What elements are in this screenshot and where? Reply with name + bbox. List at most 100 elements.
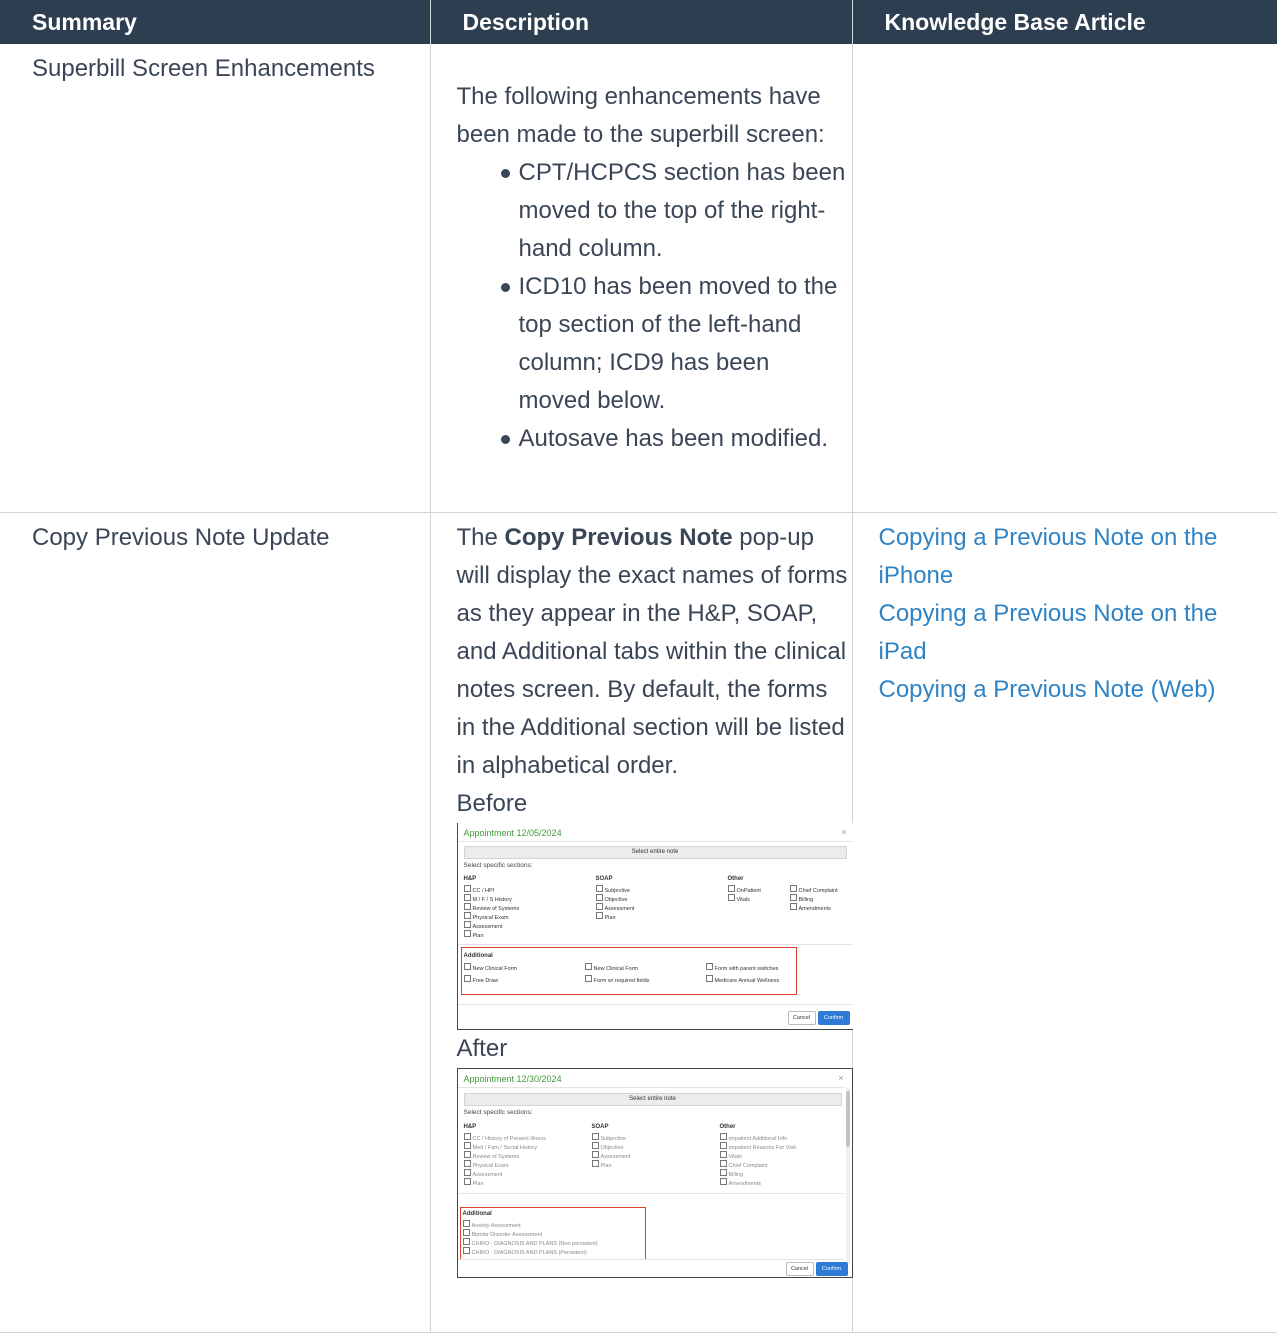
dialog-title: Appointment 12/05/2024 — [463, 827, 562, 838]
checkbox-icon — [595, 893, 603, 901]
description-intro: The following enhancements have been mad… — [456, 83, 825, 148]
checkbox-icon — [789, 902, 797, 910]
checkbox-item: Free Draw — [463, 974, 498, 986]
checkbox-icon — [719, 1159, 727, 1167]
additional-heading: Additional — [462, 1210, 492, 1217]
checkbox-item: Vitals — [727, 893, 750, 905]
kb-cell — [852, 44, 1277, 513]
checkbox-icon — [591, 1159, 599, 1167]
checkbox-icon — [584, 974, 592, 982]
checkbox-icon — [463, 1159, 471, 1167]
soap-heading: SOAP — [591, 1123, 609, 1130]
checkbox-icon — [719, 1132, 727, 1140]
dialog-title: Appointment 12/30/2024 — [463, 1073, 562, 1084]
description-post: pop-up will display the exact names of f… — [456, 523, 848, 779]
checkbox-item: New Clinical Form — [584, 962, 639, 974]
summary-text: Copy Previous Note Update — [32, 523, 330, 551]
summary-cell: Superbill Screen Enhancements — [0, 44, 431, 513]
select-entire-note-button: Select entire note — [463, 845, 847, 859]
checkbox-item: CHIRO - DIAGNOSIS AND PLANS (Persistent) — [462, 1246, 587, 1258]
checkbox-icon — [463, 1168, 471, 1176]
checkbox-icon — [463, 911, 471, 919]
close-icon: × — [841, 826, 847, 837]
checkbox-item: Amendments — [719, 1177, 761, 1189]
checkbox-icon — [719, 1168, 727, 1176]
list-item: Autosave has been modified. — [500, 420, 848, 458]
kb-cell: Copying a Previous Note on the iPhone Co… — [852, 512, 1277, 1333]
checkbox-icon — [727, 893, 735, 901]
checkbox-icon — [462, 1219, 470, 1227]
checkbox-icon — [591, 1150, 599, 1158]
table-row: Copy Previous Note Update The Copy Previ… — [0, 512, 1277, 1333]
checkbox-icon — [463, 1141, 471, 1149]
table-row: Superbill Screen Enhancements The follow… — [0, 44, 1277, 513]
checkbox-item: Plan — [463, 1177, 484, 1189]
select-specific-label: Select specific sections: — [463, 861, 533, 869]
checkbox-label: Form with parent switches — [714, 965, 779, 972]
checkbox-label: New Clinical Form — [593, 965, 639, 972]
checkbox-label: New Clinical Form — [472, 965, 518, 972]
header-summary: Summary — [0, 0, 431, 44]
soap-heading: SOAP — [595, 875, 613, 882]
checkbox-label: Plan — [472, 932, 484, 939]
header-row: Summary Description Knowledge Base Artic… — [0, 0, 1277, 44]
checkbox-label: CHIRO - DIAGNOSIS AND PLANS (Persistent) — [471, 1249, 587, 1256]
checkbox-label: Amendments — [798, 905, 831, 912]
checkbox-label: Medicare Annual Wellness — [714, 977, 780, 984]
checkbox-label: Amendments — [728, 1180, 761, 1187]
list-item: ICD10 has been moved to the top section … — [500, 268, 848, 420]
after-label: After — [456, 1034, 508, 1062]
checkbox-icon — [463, 920, 471, 928]
confirm-button: Confirm — [815, 1261, 848, 1276]
header-kb-article: Knowledge Base Article — [852, 0, 1277, 44]
hp-heading: H&P — [463, 1123, 477, 1130]
confirm-button: Confirm — [817, 1010, 850, 1025]
checkbox-icon — [789, 893, 797, 901]
checkbox-icon — [463, 962, 471, 970]
kb-link-iphone[interactable]: Copying a Previous Note on the iPhone — [879, 519, 1268, 595]
checkbox-icon — [719, 1141, 727, 1149]
divider — [457, 840, 853, 842]
checkbox-icon — [463, 1177, 471, 1185]
checkbox-icon — [463, 974, 471, 982]
checkbox-icon — [591, 1132, 599, 1140]
divider — [457, 1003, 853, 1005]
checkbox-label: Plan — [604, 914, 616, 921]
checkbox-icon — [462, 1228, 470, 1236]
before-label: Before — [456, 789, 528, 817]
checkbox-item: Plan — [463, 929, 484, 941]
checkbox-icon — [591, 1141, 599, 1149]
checkbox-item: Amendments — [789, 902, 831, 914]
checkbox-icon — [462, 1246, 470, 1254]
checkbox-icon — [463, 884, 471, 892]
kb-link-ipad[interactable]: Copying a Previous Note on the iPad — [879, 595, 1268, 671]
summary-cell: Copy Previous Note Update — [0, 512, 431, 1333]
checkbox-icon — [595, 911, 603, 919]
checkbox-icon — [719, 1150, 727, 1158]
description-text: The Copy Previous Note pop-up will displ… — [457, 519, 848, 785]
checkbox-icon — [462, 1237, 470, 1245]
kb-link-web[interactable]: Copying a Previous Note (Web) — [879, 671, 1268, 709]
description-bold: Copy Previous Note — [504, 523, 733, 551]
checkbox-label: Vitals — [736, 896, 750, 903]
divider — [457, 943, 853, 945]
cancel-button: Cancel — [785, 1261, 814, 1276]
checkbox-item: Plan — [591, 1159, 612, 1171]
checkbox-icon — [595, 884, 603, 892]
after-screenshot: Appointment 12/30/2024 × Select entire n… — [456, 1067, 853, 1278]
divider — [457, 1258, 844, 1260]
checkbox-icon — [727, 884, 735, 892]
description-cell: The following enhancements have been mad… — [430, 44, 853, 513]
checkbox-item: Form w/ required fields — [584, 974, 649, 986]
checkbox-icon — [463, 902, 471, 910]
checkbox-icon — [789, 884, 797, 892]
checkbox-item: Plan — [595, 911, 616, 923]
cancel-button: Cancel — [787, 1010, 816, 1025]
divider — [457, 1086, 844, 1088]
checkbox-icon — [595, 902, 603, 910]
checkbox-label: Plan — [600, 1162, 612, 1169]
other-heading: Other — [727, 875, 744, 882]
checkbox-icon — [463, 1150, 471, 1158]
summary-text: Superbill Screen Enhancements — [32, 55, 375, 82]
checkbox-icon — [463, 929, 471, 937]
